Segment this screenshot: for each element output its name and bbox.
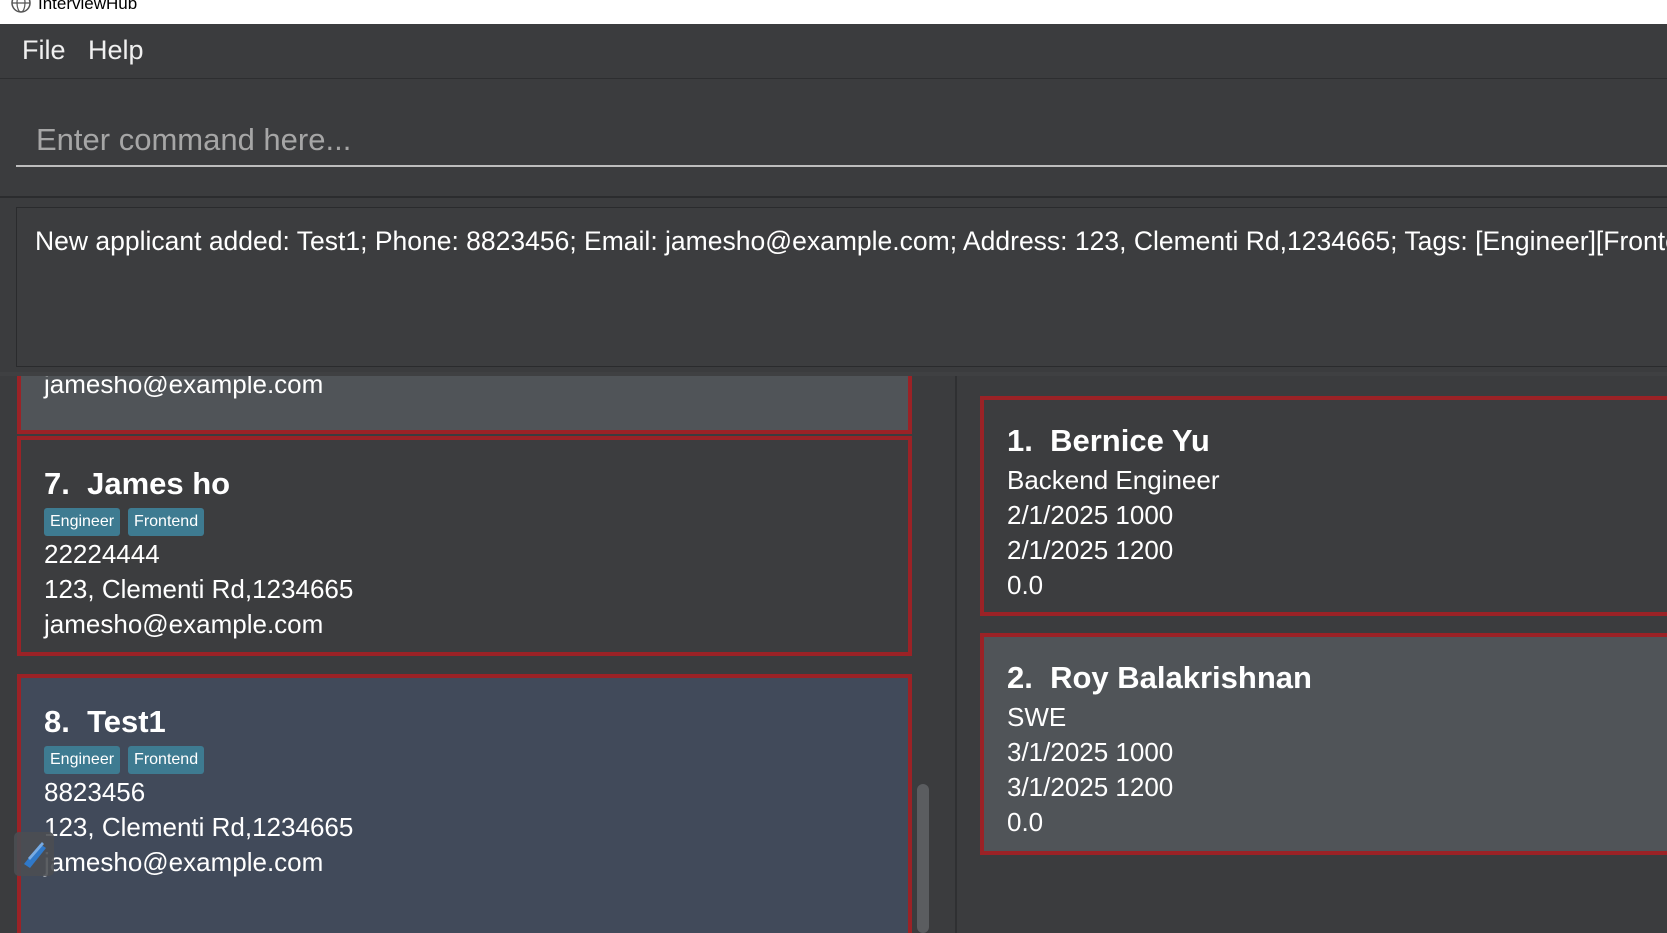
applicant-title: 7. James ho — [44, 465, 230, 503]
applicant-email: jamesho@example.com — [44, 376, 324, 399]
lists-area: jamesho@example.com 7. James ho Engineer… — [0, 376, 1667, 933]
menu-help[interactable]: Help — [88, 34, 144, 66]
applicant-list[interactable]: jamesho@example.com 7. James ho Engineer… — [0, 376, 957, 933]
applicant-phone: 8823456 — [44, 777, 146, 807]
applicant-card[interactable]: 7. James ho Engineer Frontend 22224444 12… — [17, 436, 912, 656]
interview-title: 2. Roy Balakrishnan — [1007, 659, 1312, 697]
applicant-title: 8. Test1 — [44, 703, 166, 741]
applicant-index: 8. — [44, 704, 70, 739]
interview-index: 2. — [1007, 660, 1033, 695]
interview-name: Roy Balakrishnan — [1050, 660, 1312, 695]
applicant-name: James ho — [87, 466, 231, 501]
globe-icon — [11, 0, 31, 13]
interview-start: 2/1/2025 1000 — [1007, 500, 1174, 530]
applicant-list-scrollbar[interactable] — [917, 784, 929, 933]
menu-bar: File Help — [0, 24, 1667, 79]
interview-end: 2/1/2025 1200 — [1007, 535, 1174, 565]
tag-frontend: Frontend — [128, 508, 205, 536]
window-title: InterviewHub — [38, 0, 138, 13]
interview-role: SWE — [1007, 702, 1067, 732]
interview-end: 3/1/2025 1200 — [1007, 772, 1174, 802]
applicant-address: 123, Clementi Rd,1234665 — [44, 812, 354, 842]
interview-rating: 0.0 — [1007, 807, 1044, 837]
interview-card[interactable]: 1. Bernice Yu Backend Engineer 2/1/2025 … — [980, 396, 1667, 616]
tag-engineer: Engineer — [44, 746, 121, 774]
interview-index: 1. — [1007, 423, 1033, 458]
result-display[interactable]: New applicant added: Test1; Phone: 88234… — [16, 207, 1667, 367]
pencil-icon — [24, 842, 46, 868]
interview-rating: 0.0 — [1007, 570, 1044, 600]
interview-name: Bernice Yu — [1050, 423, 1210, 458]
tag-frontend: Frontend — [128, 746, 205, 774]
result-message: New applicant added: Test1; Phone: 88234… — [35, 226, 1667, 256]
applicant-address: 123, Clementi Rd,1234665 — [44, 574, 354, 604]
interview-title: 1. Bernice Yu — [1007, 422, 1210, 460]
interview-start: 3/1/2025 1000 — [1007, 737, 1174, 767]
applicant-tags: Engineer Frontend — [44, 508, 212, 536]
interview-list[interactable]: 1. Bernice Yu Backend Engineer 2/1/2025 … — [957, 376, 1667, 933]
interview-role: Backend Engineer — [1007, 465, 1220, 495]
applicant-card-selected[interactable]: 8. Test1 Engineer Frontend 8823456 123, C… — [17, 674, 912, 933]
result-display-container: New applicant added: Test1; Phone: 88234… — [0, 198, 1667, 372]
applicant-phone: 22224444 — [44, 539, 160, 569]
applicant-index: 7. — [44, 466, 70, 501]
applicant-card[interactable]: jamesho@example.com — [17, 376, 912, 434]
window-titlebar: InterviewHub — [0, 0, 1667, 24]
applicant-email: jamesho@example.com — [44, 847, 324, 877]
applicant-tags: Engineer Frontend — [44, 746, 212, 774]
command-box — [0, 79, 1667, 198]
menu-file[interactable]: File — [22, 34, 66, 66]
tag-engineer: Engineer — [44, 508, 121, 536]
interview-card[interactable]: 2. Roy Balakrishnan SWE 3/1/2025 1000 3/… — [980, 633, 1667, 855]
applicant-email: jamesho@example.com — [44, 609, 324, 639]
applicant-name: Test1 — [87, 704, 166, 739]
floating-tool-icon[interactable] — [14, 832, 54, 876]
command-input[interactable] — [16, 115, 1667, 167]
